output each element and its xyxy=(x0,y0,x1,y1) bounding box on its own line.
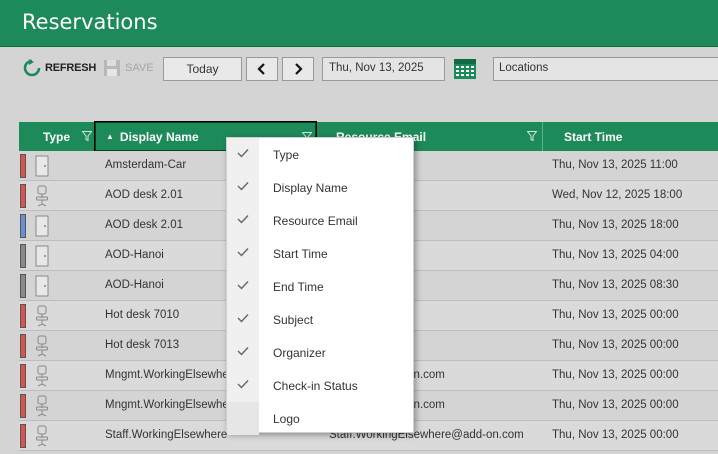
checkmark-icon xyxy=(237,215,249,224)
start-time-cell: Thu, Nov 13, 2025 18:00 xyxy=(552,219,679,231)
door-icon xyxy=(35,155,49,177)
display-name-cell: Mngmt.WorkingElsewhere xyxy=(105,369,235,381)
save-label: SAVE xyxy=(125,62,154,74)
status-indicator xyxy=(20,184,26,208)
column-header-start-time[interactable]: Start Time xyxy=(543,122,718,151)
menu-item[interactable]: Check-in Status xyxy=(227,369,415,402)
chevron-right-icon xyxy=(295,63,303,75)
menu-item-highlight xyxy=(227,402,259,435)
menu-item-label: Resource Email xyxy=(273,214,358,228)
column-header-type[interactable]: Type xyxy=(19,122,95,151)
menu-item[interactable]: Type xyxy=(227,138,415,171)
status-indicator xyxy=(20,364,26,388)
menu-item-label: Start Time xyxy=(273,247,328,261)
display-name-cell: AOD desk 2.01 xyxy=(105,219,183,231)
status-indicator xyxy=(20,244,26,268)
date-field[interactable]: Thu, Nov 13, 2025 xyxy=(322,57,445,81)
start-time-cell: Wed, Nov 12, 2025 18:00 xyxy=(552,189,683,201)
start-time-cell: Thu, Nov 13, 2025 00:00 xyxy=(552,309,679,321)
menu-item-label: Check-in Status xyxy=(273,379,358,393)
start-time-cell: Thu, Nov 13, 2025 00:00 xyxy=(552,429,679,441)
menu-item-label: End Time xyxy=(273,280,324,294)
refresh-button[interactable]: REFRESH xyxy=(23,59,96,77)
column-header-type-label: Type xyxy=(42,129,71,144)
menu-item-label: Type xyxy=(273,148,300,162)
refresh-label: REFRESH xyxy=(45,62,97,74)
column-chooser-menu: Type Display Name Resource Email Start Time… xyxy=(226,137,415,435)
start-time-cell: Thu, Nov 13, 2025 11:00 xyxy=(552,159,678,171)
checkmark-icon xyxy=(237,182,249,191)
chair-icon xyxy=(35,365,49,387)
door-icon xyxy=(35,215,49,237)
menu-item[interactable]: Subject xyxy=(227,303,415,336)
status-indicator xyxy=(20,274,26,298)
display-name-cell: AOD-Hanoi xyxy=(105,279,164,291)
status-indicator xyxy=(20,394,26,418)
save-icon xyxy=(104,60,120,76)
menu-item-label: Subject xyxy=(273,313,314,327)
door-icon xyxy=(35,245,49,267)
display-name-cell: Staff.WorkingElsewhere xyxy=(105,429,228,441)
page-title: Reservations xyxy=(22,10,158,34)
menu-item-label: Display Name xyxy=(273,181,348,195)
display-name-cell: AOD desk 2.01 xyxy=(105,189,183,201)
status-indicator xyxy=(20,304,26,328)
checkmark-icon xyxy=(237,281,249,290)
menu-item[interactable]: Start Time xyxy=(227,237,415,270)
title-bar: Reservations xyxy=(0,0,718,47)
checkmark-icon xyxy=(237,149,249,158)
checkmark-icon xyxy=(237,380,249,389)
previous-day-button[interactable] xyxy=(246,57,278,81)
menu-item-label: Organizer xyxy=(273,346,326,360)
menu-item[interactable]: End Time xyxy=(227,270,415,303)
refresh-icon xyxy=(23,59,41,77)
column-header-display-name-label: Display Name xyxy=(119,129,199,144)
menu-item[interactable]: Display Name xyxy=(227,171,415,204)
chair-icon xyxy=(35,425,49,447)
chair-icon xyxy=(35,335,49,357)
display-name-cell: AOD-Hanoi xyxy=(105,249,164,261)
start-time-cell: Thu, Nov 13, 2025 00:00 xyxy=(552,339,679,351)
chair-icon xyxy=(35,305,49,327)
status-indicator xyxy=(20,214,26,238)
display-name-cell: Hot desk 7010 xyxy=(105,309,180,321)
display-name-cell: Hot desk 7013 xyxy=(105,339,180,351)
chevron-left-icon xyxy=(257,63,265,75)
menu-item[interactable]: Logo xyxy=(227,402,415,435)
calendar-icon[interactable] xyxy=(453,58,477,80)
checkmark-icon xyxy=(237,248,249,257)
status-indicator xyxy=(20,334,26,358)
today-button[interactable]: Today xyxy=(163,57,242,81)
save-button[interactable]: SAVE xyxy=(103,59,154,77)
toolbar: REFRESH SAVE Today Thu, Nov 13, 2025 Loc… xyxy=(0,47,718,97)
next-day-button[interactable] xyxy=(282,57,314,81)
display-name-cell: Amsterdam-Car xyxy=(105,159,187,171)
menu-item[interactable]: Organizer xyxy=(227,336,415,369)
start-time-cell: Thu, Nov 13, 2025 08:30 xyxy=(552,279,679,291)
checkmark-icon xyxy=(237,314,249,323)
filter-icon[interactable] xyxy=(527,131,537,141)
column-header-start-time-label: Start Time xyxy=(564,129,623,144)
checkmark-icon xyxy=(237,347,249,356)
menu-item[interactable]: Resource Email xyxy=(227,204,415,237)
filter-icon[interactable] xyxy=(82,131,92,141)
status-indicator xyxy=(20,154,26,178)
chair-icon xyxy=(35,185,49,207)
start-time-cell: Thu, Nov 13, 2025 00:00 xyxy=(552,369,679,381)
display-name-cell: Mngmt.WorkingElsewhere xyxy=(105,399,235,411)
sort-ascending-icon: ▲ xyxy=(106,132,114,141)
door-icon xyxy=(35,275,49,297)
start-time-cell: Thu, Nov 13, 2025 00:00 xyxy=(552,399,679,411)
locations-select[interactable]: Locations xyxy=(493,57,718,81)
chair-icon xyxy=(35,395,49,417)
start-time-cell: Thu, Nov 13, 2025 04:00 xyxy=(552,249,679,261)
menu-item-label: Logo xyxy=(273,412,300,426)
status-indicator xyxy=(20,424,26,448)
